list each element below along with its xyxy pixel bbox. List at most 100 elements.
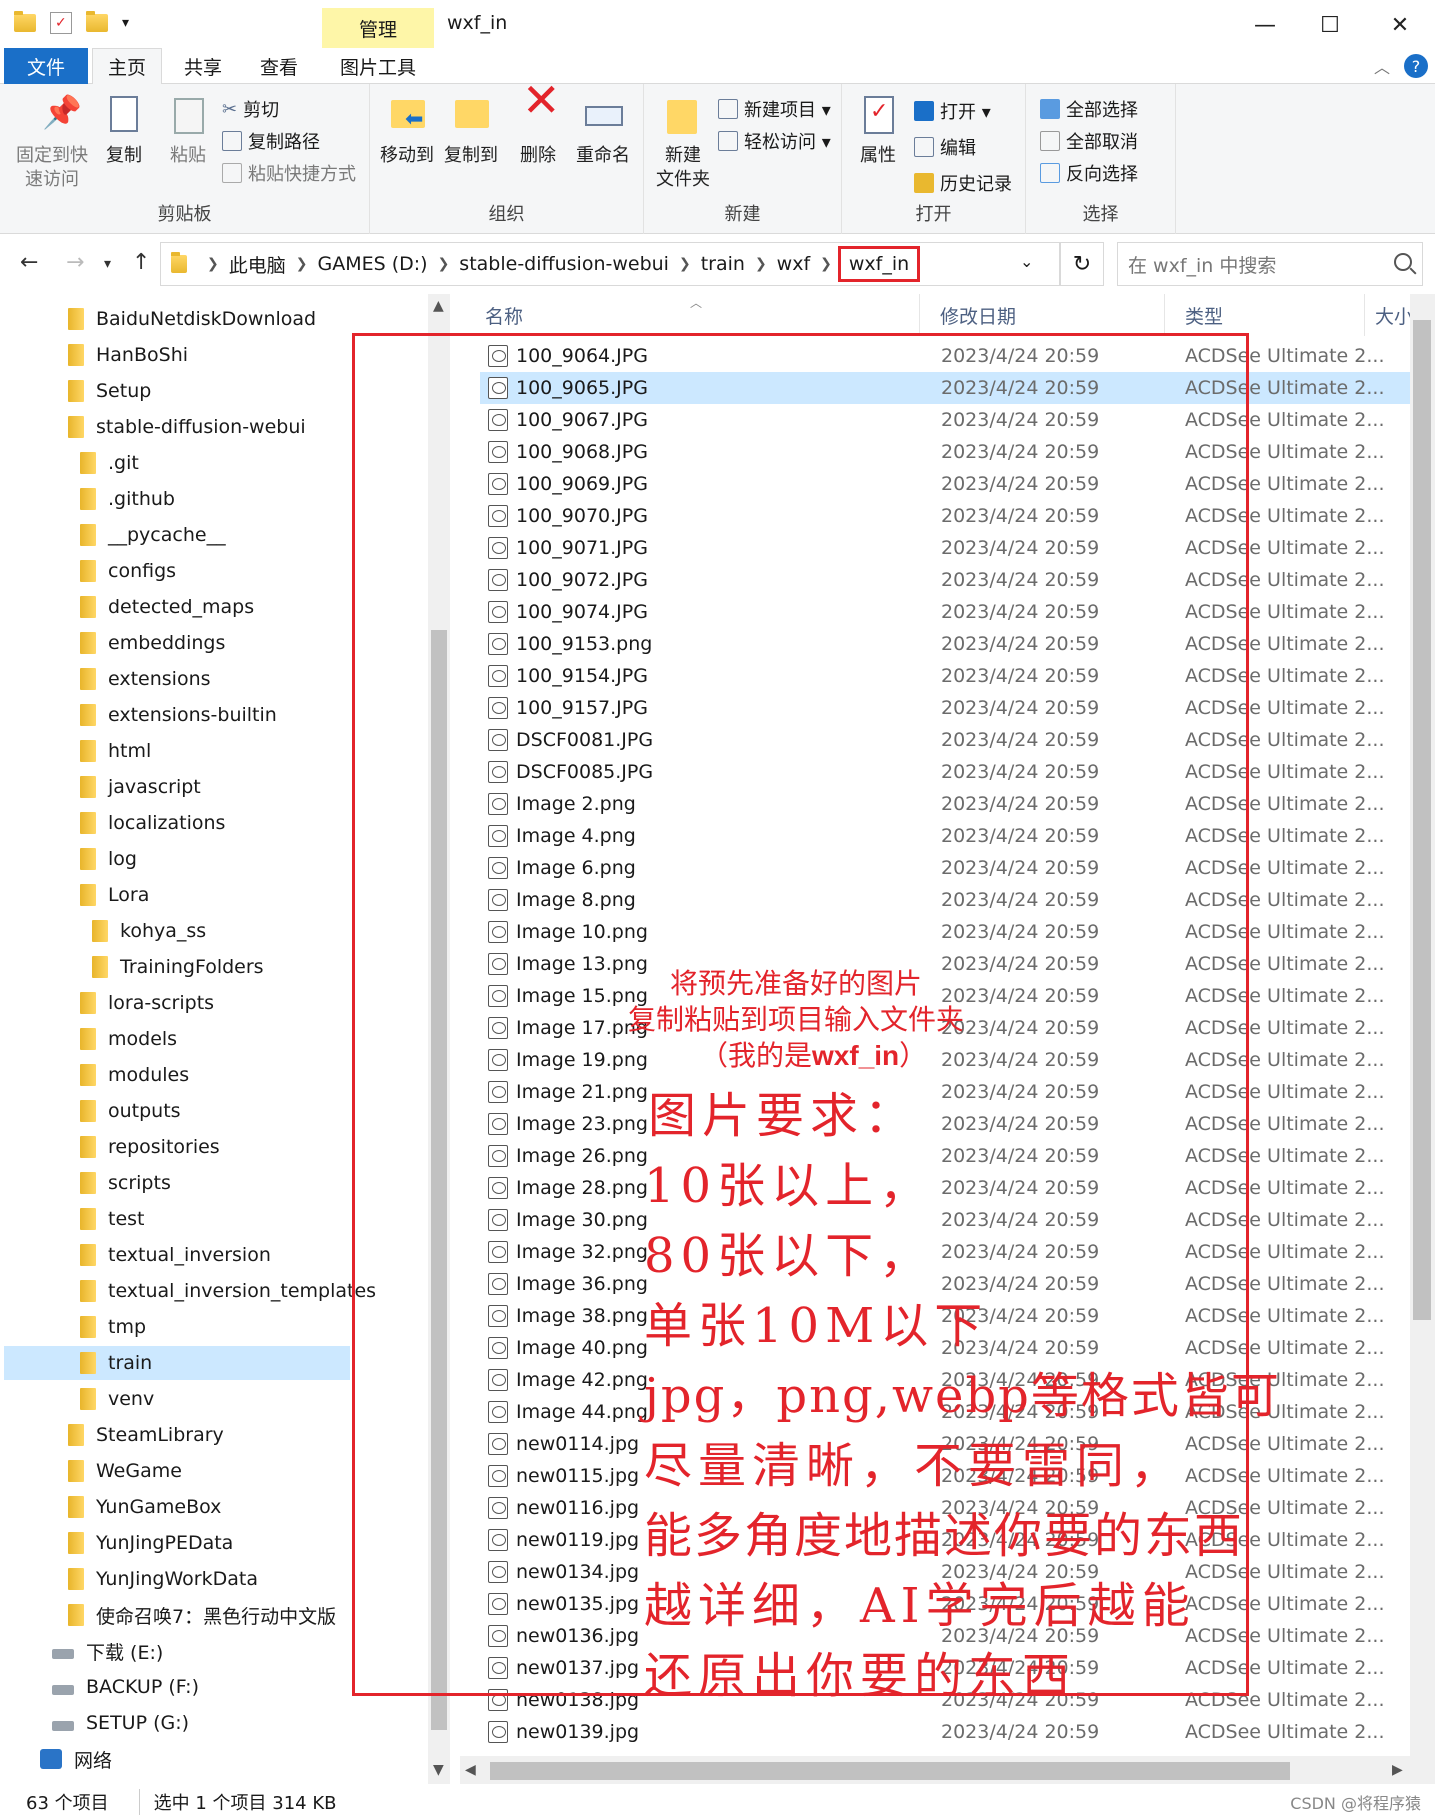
new-folder-button[interactable]: 新建 文件夹 [650,94,716,192]
breadcrumb-item[interactable]: stable-diffusion-webui [459,253,669,275]
crumb-separator-icon[interactable]: ❯ [438,256,450,272]
nav-tree-item[interactable]: BACKUP (F:) [0,1670,346,1704]
paste-button[interactable]: 粘贴 [160,94,216,168]
file-row[interactable]: Image 28.png 2023/4/24 20:59 ACDSee Ultima… [480,1172,1410,1204]
file-row[interactable]: DSCF0085.JPG 2023/4/24 20:59 ACDSee Ultima… [480,756,1410,788]
h-scroll-right-icon[interactable]: ▶ [1392,1762,1403,1778]
nav-tree-item[interactable]: kohya_ss [0,914,346,948]
file-row[interactable]: Image 6.png 2023/4/24 20:59 ACDSee Ultimat… [480,852,1410,884]
nav-tree-item[interactable]: SteamLibrary [0,1418,346,1452]
breadcrumb-item[interactable]: wxf [777,253,810,275]
minimize-button[interactable]: — [1235,8,1295,42]
horizontal-scrollbar-thumb[interactable] [490,1762,1290,1780]
qat-dropdown-icon[interactable]: ▾ [122,15,129,31]
crumb-separator-icon[interactable]: ❯ [207,256,219,272]
folder-icon[interactable] [14,11,36,32]
nav-tree-item[interactable]: configs [0,554,346,588]
properties-check-icon[interactable]: ✓ [50,12,72,34]
nav-tree-item[interactable]: localizations [0,806,346,840]
file-row[interactable]: 100_9071.JPG 2023/4/24 20:59 ACDSee Ultima… [480,532,1410,564]
file-row[interactable]: Image 19.png 2023/4/24 20:59 ACDSee Ultima… [480,1044,1410,1076]
column-size[interactable]: 大小 [1365,294,1410,336]
nav-tree-item[interactable]: __pycache__ [0,518,346,552]
file-row[interactable]: Image 32.png 2023/4/24 20:59 ACDSee Ultima… [480,1236,1410,1268]
nav-tree-item[interactable]: Setup [0,374,346,408]
invert-selection-button[interactable]: 反向选择 [1040,160,1138,186]
history-button[interactable]: 历史记录 [914,170,1012,196]
h-scroll-left-icon[interactable]: ◀ [465,1762,476,1778]
nav-tree-item[interactable]: YunGameBox [0,1490,346,1524]
edit-button[interactable]: 编辑 [914,134,976,160]
nav-tree-item[interactable]: HanBoShi [0,338,346,372]
breadcrumb-item[interactable]: 此电脑 [229,251,286,278]
nav-tree-item[interactable]: TrainingFolders [0,950,346,984]
help-icon[interactable]: ? [1404,54,1428,78]
nav-tree-item[interactable]: log [0,842,346,876]
new-folder-icon[interactable] [86,11,108,32]
file-row[interactable]: new0139.jpg 2023/4/24 20:59 ACDSee Ultimat… [480,1716,1410,1748]
copy-button[interactable]: 复制 [96,94,152,168]
select-none-button[interactable]: 全部取消 [1040,128,1138,154]
nav-tree-item[interactable]: embeddings [0,626,346,660]
nav-tree-item[interactable]: YunJingWorkData [0,1562,346,1596]
nav-tree-item[interactable]: .git [0,446,346,480]
nav-tree-item[interactable]: outputs [0,1094,346,1128]
nav-tree-item[interactable]: 下载 (E:) [0,1634,346,1668]
nav-tree-item[interactable]: extensions [0,662,346,696]
file-row[interactable]: Image 2.png 2023/4/24 20:59 ACDSee Ultimat… [480,788,1410,820]
file-row[interactable]: 100_9154.JPG 2023/4/24 20:59 ACDSee Ultima… [480,660,1410,692]
crumb-separator-icon[interactable]: ❯ [296,256,308,272]
file-row[interactable]: Image 10.png 2023/4/24 20:59 ACDSee Ultima… [480,916,1410,948]
pin-quick-access-button[interactable]: 📌 固定到快 速访问 [12,94,92,192]
paste-shortcut-button[interactable]: 粘贴快捷方式 [222,160,356,186]
file-row[interactable]: Image 30.png 2023/4/24 20:59 ACDSee Ultima… [480,1204,1410,1236]
properties-button[interactable]: ✓ 属性 [850,94,906,168]
nav-tree-item[interactable]: detected_maps [0,590,346,624]
nav-scrollbar-thumb[interactable] [431,630,447,1730]
crumb-separator-icon[interactable]: ❯ [820,256,832,272]
file-row[interactable]: Image 21.png 2023/4/24 20:59 ACDSee Ultima… [480,1076,1410,1108]
nav-tree-item[interactable]: html [0,734,346,768]
file-row[interactable]: Image 23.png 2023/4/24 20:59 ACDSee Ultima… [480,1108,1410,1140]
nav-tree-item[interactable]: stable-diffusion-webui [0,410,346,444]
column-type[interactable]: 类型 [1165,294,1365,336]
nav-tree-item[interactable]: javascript [0,770,346,804]
file-row[interactable]: Image 4.png 2023/4/24 20:59 ACDSee Ultimat… [480,820,1410,852]
nav-tree-item[interactable]: Lora [0,878,346,912]
nav-tree-item[interactable]: repositories [0,1130,346,1164]
select-all-button[interactable]: 全部选择 [1040,96,1138,122]
address-bar[interactable]: ❯ 此电脑 ❯ GAMES (D:) ❯ stable-diffusion-webui ❯… [160,242,1060,286]
nav-scroll-down-icon[interactable]: ▼ [433,1762,444,1778]
nav-tree-item[interactable]: venv [0,1382,346,1416]
nav-tree-item[interactable]: extensions-builtin [0,698,346,732]
back-arrow-icon[interactable]: ← [20,250,38,275]
forward-arrow-icon[interactable]: → [66,250,84,275]
nav-tree-item[interactable]: BaiduNetdiskDownload [0,302,346,336]
nav-tree-item[interactable]: textual_inversion_templates [0,1274,376,1308]
file-row[interactable]: 100_9070.JPG 2023/4/24 20:59 ACDSee Ultima… [480,500,1410,532]
nav-tree-item[interactable]: SETUP (G:) [0,1706,346,1740]
nav-tree-item[interactable]: .github [0,482,346,516]
cut-button[interactable]: ✂ 剪切 [222,96,279,122]
copy-path-button[interactable]: 复制路径 [222,128,320,154]
nav-tree-item[interactable]: tmp [0,1310,346,1344]
file-scrollbar-thumb[interactable] [1413,320,1431,1320]
file-row[interactable]: Image 8.png 2023/4/24 20:59 ACDSee Ultimat… [480,884,1410,916]
file-row[interactable]: 100_9074.JPG 2023/4/24 20:59 ACDSee Ultima… [480,596,1410,628]
close-button[interactable]: ✕ [1370,8,1430,42]
tab-picture-tools[interactable]: 图片工具 [322,48,434,84]
nav-tree-item[interactable]: 网络 [0,1742,346,1776]
copy-to-button[interactable]: 复制到 [440,94,502,168]
file-row[interactable]: 100_9072.JPG 2023/4/24 20:59 ACDSee Ultima… [480,564,1410,596]
manage-tab[interactable]: 管理 [322,8,434,48]
search-input[interactable]: 在 wxf_in 中搜索 [1117,242,1423,286]
tab-view[interactable]: 查看 [246,48,312,84]
breadcrumb-item[interactable]: GAMES (D:) [317,253,427,275]
file-row[interactable]: 100_9067.JPG 2023/4/24 20:59 ACDSee Ultima… [480,404,1410,436]
nav-tree-item[interactable]: test [0,1202,346,1236]
breadcrumb-current[interactable]: wxf_in [837,246,921,282]
file-row[interactable]: 100_9068.JPG 2023/4/24 20:59 ACDSee Ultima… [480,436,1410,468]
file-row[interactable]: 100_9064.JPG 2023/4/24 20:59 ACDSee Ultima… [480,340,1410,372]
nav-tree-item[interactable]: scripts [0,1166,346,1200]
open-button[interactable]: 打开 ▾ [914,98,991,124]
